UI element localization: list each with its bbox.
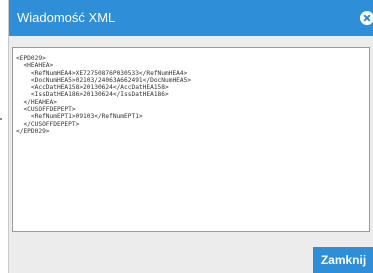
close-icon[interactable] <box>360 11 373 25</box>
background-marker <box>0 118 2 120</box>
xml-message-dialog: Wiadomość XML <EPD029> <HEAHEA> <RefNumH… <box>8 0 373 273</box>
xml-content-area[interactable]: <EPD029> <HEAHEA> <RefNumHEA4>XE72750876… <box>12 47 370 232</box>
dialog-titlebar: Wiadomość XML <box>9 0 373 36</box>
xml-text: <EPD029> <HEAHEA> <RefNumHEA4>XE72750876… <box>16 55 192 135</box>
dialog-title: Wiadomość XML <box>17 10 116 25</box>
close-button[interactable]: Zamknij <box>313 247 373 273</box>
background-page <box>0 0 8 273</box>
